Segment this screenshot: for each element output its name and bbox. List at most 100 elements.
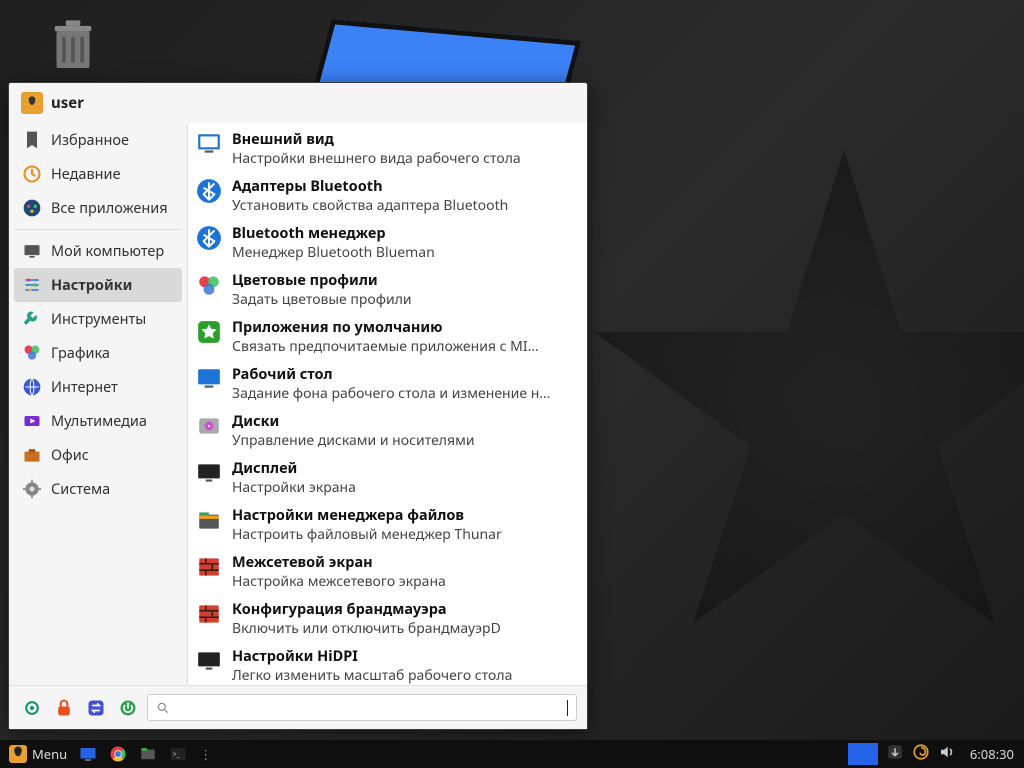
display-icon xyxy=(196,460,222,486)
user-avatar-icon[interactable] xyxy=(21,92,43,114)
clock-icon xyxy=(22,164,42,184)
app-item[interactable]: Межсетевой экранНастройка межсетевого эк… xyxy=(188,548,587,595)
workspace-indicator[interactable] xyxy=(848,743,878,765)
app-title: Настройки менеджера файлов xyxy=(232,505,577,525)
app-description: Задать цветовые профили xyxy=(232,290,577,309)
desktop-trash-icon[interactable] xyxy=(48,18,98,73)
wrench-icon xyxy=(22,309,42,329)
chrome-icon xyxy=(109,745,127,763)
menu-footer xyxy=(9,685,587,729)
desktop-icon xyxy=(79,745,97,763)
tray-update-icon[interactable] xyxy=(886,743,904,766)
search-icon xyxy=(156,701,170,715)
briefcase-icon xyxy=(22,445,42,465)
app-item[interactable]: Рабочий столЗадание фона рабочего стола … xyxy=(188,360,587,407)
app-description: Настройки внешнего вида рабочего стола xyxy=(232,149,577,168)
sidebar-item-system[interactable]: Система xyxy=(14,472,182,506)
app-item[interactable]: Внешний видНастройки внешнего вида рабоч… xyxy=(188,125,587,172)
taskbar: Menu >_ ⋮ 6:08:30 xyxy=(0,740,1024,768)
bluetooth-icon xyxy=(196,178,222,204)
taskbar-app-terminal[interactable]: >_ xyxy=(164,742,192,766)
disks-icon xyxy=(196,413,222,439)
menu-content-list: Внешний видНастройки внешнего вида рабоч… xyxy=(187,123,587,685)
sidebar-item-label: Недавние xyxy=(51,164,121,184)
username-label: user xyxy=(51,93,84,113)
search-input[interactable] xyxy=(176,698,561,717)
sidebar-item-label: Офис xyxy=(51,445,89,465)
sidebar-item-label: Мой компьютер xyxy=(51,241,164,261)
lock-icon xyxy=(54,698,74,718)
terminal-icon: >_ xyxy=(169,745,187,763)
app-title: Диски xyxy=(232,411,577,431)
taskbar-show-desktop[interactable] xyxy=(74,742,102,766)
gear-icon xyxy=(22,479,42,499)
app-item[interactable]: Bluetooth менеджерМенеджер Bluetooth Blu… xyxy=(188,219,587,266)
gear-icon xyxy=(22,698,42,718)
app-item[interactable]: Адаптеры BluetoothУстановить свойства ад… xyxy=(188,172,587,219)
sidebar-item-mycomputer[interactable]: Мой компьютер xyxy=(14,234,182,268)
computer-icon xyxy=(22,241,42,261)
sidebar-item-settings[interactable]: Настройки xyxy=(14,268,182,302)
power-icon xyxy=(118,698,138,718)
sidebar-item-label: Все приложения xyxy=(51,198,168,218)
taskbar-separator[interactable]: ⋮ xyxy=(194,742,217,766)
taskbar-app-files[interactable] xyxy=(134,742,162,766)
app-item[interactable]: Настройки HiDPIЛегко изменить масштаб ра… xyxy=(188,642,587,685)
app-title: Приложения по умолчанию xyxy=(232,317,577,337)
sidebar-item-all-apps[interactable]: Все приложения xyxy=(14,191,182,225)
app-item[interactable]: Настройки менеджера файловНастроить файл… xyxy=(188,501,587,548)
lock-button[interactable] xyxy=(51,695,77,721)
settings-button[interactable] xyxy=(19,695,45,721)
taskbar-app-chrome[interactable] xyxy=(104,742,132,766)
app-item[interactable]: ДисплейНастройки экрана xyxy=(188,454,587,501)
tray-volume-icon[interactable] xyxy=(938,743,956,766)
sidebar-item-tools[interactable]: Инструменты xyxy=(14,302,182,336)
bookmark-icon xyxy=(22,130,42,150)
sidebar-item-recent[interactable]: Недавние xyxy=(14,157,182,191)
sidebar-item-multimedia[interactable]: Мультимедиа xyxy=(14,404,182,438)
switch-user-button[interactable] xyxy=(83,695,109,721)
app-item[interactable]: Конфигурация брандмауэраВключить или отк… xyxy=(188,595,587,642)
taskbar-clock[interactable]: 6:08:30 xyxy=(964,745,1020,763)
tray-spiral-icon[interactable] xyxy=(912,743,930,766)
app-item[interactable]: Цветовые профилиЗадать цветовые профили xyxy=(188,266,587,313)
app-description: Менеджер Bluetooth Blueman xyxy=(232,243,577,262)
taskbar-menu-label: Menu xyxy=(32,745,67,763)
app-title: Адаптеры Bluetooth xyxy=(232,176,577,196)
sidebar-item-label: Настройки xyxy=(51,275,132,295)
app-title: Цветовые профили xyxy=(232,270,577,290)
application-menu: user Избранное Недавние Все приложения xyxy=(8,82,588,730)
sidebar-item-favorites[interactable]: Избранное xyxy=(14,123,182,157)
palette-icon xyxy=(22,343,42,363)
logout-button[interactable] xyxy=(115,695,141,721)
firewall-icon xyxy=(196,601,222,627)
taskbar-menu-button[interactable]: Menu xyxy=(4,742,72,766)
sidebar-item-internet[interactable]: Интернет xyxy=(14,370,182,404)
display-icon xyxy=(196,648,222,674)
app-description: Связать предпочитаемые приложения с MI… xyxy=(232,337,577,356)
color-icon xyxy=(196,272,222,298)
apps-icon xyxy=(22,198,42,218)
files-icon xyxy=(139,745,157,763)
app-title: Настройки HiDPI xyxy=(232,646,577,666)
sidebar-item-graphics[interactable]: Графика xyxy=(14,336,182,370)
app-description: Управление дисками и носителями xyxy=(232,431,577,450)
search-box[interactable] xyxy=(147,694,577,721)
desktop-icon xyxy=(196,366,222,392)
app-title: Конфигурация брандмауэра xyxy=(232,599,577,619)
firewall-icon xyxy=(196,554,222,580)
menu-sidebar: Избранное Недавние Все приложения Мой ко… xyxy=(9,123,187,685)
globe-icon xyxy=(22,377,42,397)
app-description: Легко изменить масштаб рабочего стола xyxy=(232,666,577,685)
app-item[interactable]: ДискиУправление дисками и носителями xyxy=(188,407,587,454)
app-description: Включить или отключить брандмауэрD xyxy=(232,619,577,638)
svg-text:>_: >_ xyxy=(173,749,181,758)
sidebar-item-label: Мультимедиа xyxy=(51,411,147,431)
app-description: Установить свойства адаптера Bluetooth xyxy=(232,196,577,215)
sidebar-item-office[interactable]: Офис xyxy=(14,438,182,472)
trash-icon xyxy=(51,20,95,72)
multimedia-icon xyxy=(22,411,42,431)
app-item[interactable]: Приложения по умолчаниюСвязать предпочит… xyxy=(188,313,587,360)
bluetooth-icon xyxy=(196,225,222,251)
switch-icon xyxy=(86,698,106,718)
